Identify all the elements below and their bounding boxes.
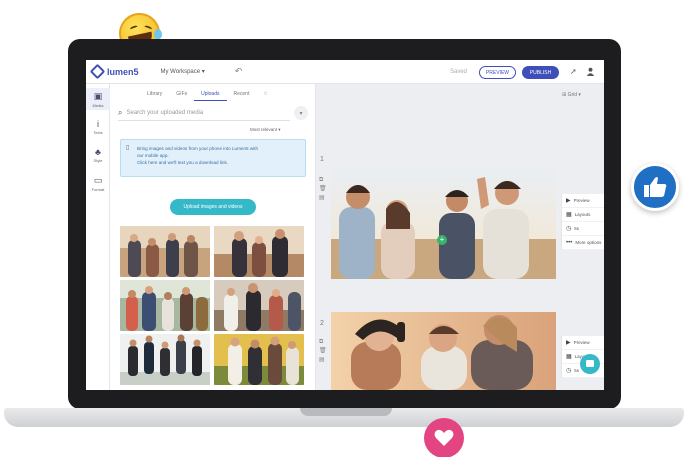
- more-icon: •••: [566, 239, 573, 246]
- copy-icon[interactable]: ⧉: [319, 338, 327, 347]
- lumen5-logo[interactable]: lumen5: [89, 63, 139, 80]
- play-icon: ▶: [566, 198, 571, 204]
- film-icon[interactable]: ▤: [319, 194, 327, 203]
- logo-mark-icon: [89, 63, 106, 80]
- media-thumbnail[interactable]: [214, 334, 304, 385]
- rail-label: Style: [93, 158, 103, 163]
- scene-options-panel: ▶ Preview ▦ Layouts ◷ 5s ••• More options: [561, 194, 604, 250]
- scene-layouts-option[interactable]: ▦Layouts: [562, 208, 604, 222]
- tab-uploads[interactable]: Uploads: [194, 91, 227, 101]
- layout-icon: ▦: [566, 354, 572, 360]
- media-thumbnail[interactable]: [214, 226, 304, 277]
- search-input[interactable]: Search your uploaded media: [126, 110, 203, 116]
- style-icon: ♣: [95, 147, 101, 157]
- notice-link[interactable]: Click here and we'll text you a download…: [137, 159, 299, 166]
- scene-2-preview[interactable]: [331, 312, 556, 390]
- upload-media-button[interactable]: Upload images and videos: [170, 199, 256, 215]
- chat-support-button[interactable]: [580, 354, 600, 374]
- layout-icon: ▦: [566, 212, 572, 218]
- option-label: 5s: [574, 226, 580, 231]
- tab-recent[interactable]: Recent: [227, 91, 257, 101]
- save-status: Saved: [450, 69, 468, 75]
- format-icon: ▭: [93, 175, 103, 185]
- play-icon: ▶: [566, 340, 571, 346]
- mobile-app-notice: ▯ Bring images and videos from your phon…: [120, 139, 306, 177]
- laptop-notch: [300, 408, 392, 416]
- scene-preview-option[interactable]: ▶ Preview: [562, 336, 604, 350]
- scene-tools: ⧉ 🗑 ▤: [319, 176, 327, 203]
- text-icon: i: [97, 119, 99, 129]
- scene-preview-option[interactable]: ▶ Preview: [562, 194, 604, 208]
- add-scene-button[interactable]: +: [437, 235, 447, 245]
- tab-favorites[interactable]: ☆: [256, 91, 274, 101]
- scene-duration-option[interactable]: ◷ 5s: [562, 222, 604, 236]
- preview-button[interactable]: PREVIEW: [479, 66, 516, 79]
- rail-label: Media: [92, 103, 104, 108]
- undo-icon[interactable]: ↶: [235, 66, 243, 77]
- search-icon: ⌕: [118, 108, 123, 117]
- scene-number: 2: [320, 320, 324, 327]
- clock-icon: ◷: [566, 368, 572, 374]
- rail-label: Format: [91, 187, 105, 192]
- media-thumbnail[interactable]: [120, 280, 210, 331]
- media-thumbnail[interactable]: [120, 226, 210, 277]
- notice-line: our mobile app.: [137, 153, 169, 158]
- rail-item-media[interactable]: ▣ Media: [86, 88, 110, 110]
- rail-item-format[interactable]: ▭ Format: [86, 172, 110, 194]
- sort-dropdown[interactable]: Most relevant ▾: [250, 127, 281, 133]
- scene-number: 1: [320, 156, 324, 163]
- layout-dropdown[interactable]: ⊞ Grid ▾: [562, 92, 581, 98]
- option-label: Preview: [573, 198, 590, 203]
- clock-icon: ◷: [566, 226, 572, 232]
- phone-icon: ▯: [126, 145, 130, 151]
- notice-line: Bring images and videos from your phone …: [137, 146, 259, 151]
- rail-item-style[interactable]: ♣ Style: [86, 144, 110, 166]
- logo-text: lumen5: [107, 66, 139, 77]
- option-label: Preview: [573, 340, 590, 345]
- media-thumbnail[interactable]: [120, 334, 210, 385]
- left-rail: ▣ Media i Texts ♣ Style ▭ Format: [86, 84, 110, 390]
- chat-icon: [586, 360, 594, 367]
- delete-icon[interactable]: 🗑: [319, 347, 327, 356]
- tab-gifs[interactable]: GIFs: [169, 91, 194, 101]
- film-icon[interactable]: ▤: [319, 356, 327, 365]
- rocket-icon[interactable]: ➚: [570, 67, 577, 76]
- copy-icon[interactable]: ⧉: [319, 176, 327, 185]
- media-panel: Library GIFs Uploads Recent ☆ ⌕ Search y…: [110, 84, 316, 390]
- rail-label: Texts: [93, 130, 103, 135]
- option-label: More options: [575, 240, 602, 245]
- scene-1-preview[interactable]: [331, 169, 556, 279]
- scene-tools: ⧉ 🗑 ▤: [319, 338, 327, 365]
- option-label: 5s: [574, 368, 580, 373]
- tab-library[interactable]: Library: [140, 91, 169, 101]
- media-tabs: Library GIFs Uploads Recent ☆: [140, 91, 275, 101]
- option-label: Layouts: [574, 212, 591, 217]
- user-avatar-icon[interactable]: [586, 67, 595, 78]
- media-search[interactable]: ⌕ Search your uploaded media: [118, 106, 290, 121]
- publish-button[interactable]: PUBLISH: [522, 66, 559, 79]
- thumbs-up-icon: [631, 163, 679, 211]
- heart-icon: [424, 418, 464, 457]
- media-thumbnail[interactable]: [214, 280, 304, 331]
- scene-more-option[interactable]: ••• More options: [562, 236, 604, 250]
- workspace-selector[interactable]: My Workspace ▾: [161, 68, 205, 75]
- rail-item-texts[interactable]: i Texts: [86, 116, 110, 138]
- media-icon: ▣: [93, 91, 103, 101]
- delete-icon[interactable]: 🗑: [319, 185, 327, 194]
- filter-icon[interactable]: ▾: [294, 106, 308, 120]
- app-header: lumen5 My Workspace ▾ ↶ Saved PREVIEW PU…: [86, 60, 604, 84]
- storyboard-canvas: ⊞ Grid ▾ 1 ⧉ 🗑 ▤ + 2 ⧉ 🗑 ▤ ▶ Preview ▦ L…: [316, 84, 604, 390]
- app-screen: lumen5 My Workspace ▾ ↶ Saved PREVIEW PU…: [86, 60, 604, 390]
